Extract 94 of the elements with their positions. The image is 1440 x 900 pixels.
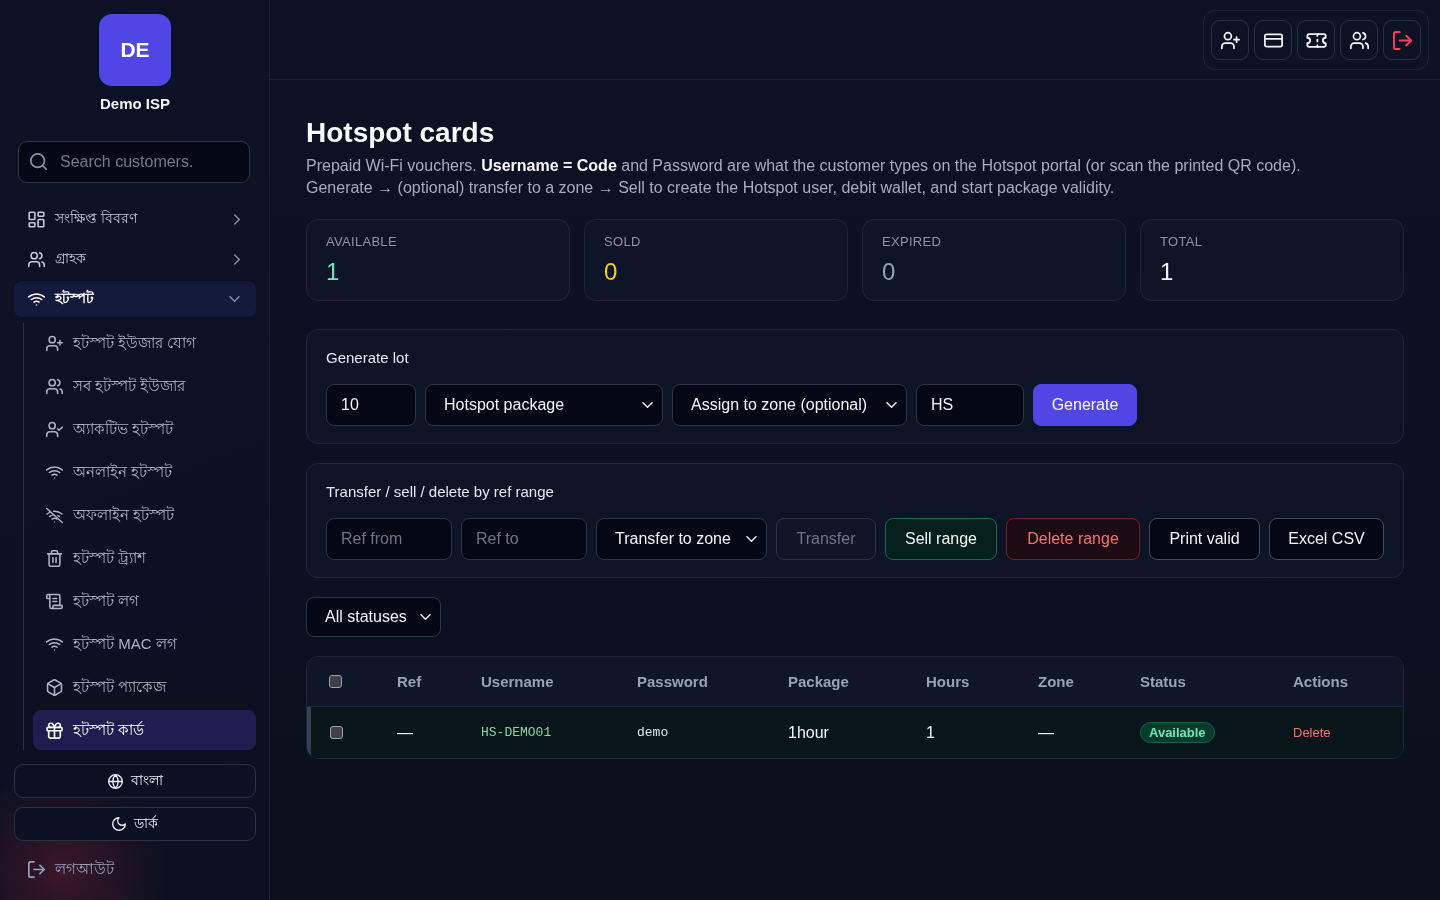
table-cell: —: [397, 723, 413, 742]
logout-button[interactable]: [1383, 20, 1421, 60]
chevron-icon: [886, 402, 897, 408]
table-cell: 1: [926, 723, 935, 742]
wifi-icon: [46, 463, 63, 481]
row-checkbox[interactable]: [330, 726, 343, 739]
ticket-button[interactable]: [1297, 20, 1335, 60]
nav-subitem[interactable]: হটস্পট প্যাকেজ: [33, 667, 256, 707]
search-icon: [30, 153, 47, 170]
print-button[interactable]: Print valid: [1149, 518, 1260, 560]
column-header: Zone: [1038, 673, 1074, 690]
globe-icon: [107, 773, 123, 789]
nav-subitem[interactable]: অ্যাকটিভ হটস্পট: [33, 409, 256, 449]
panel-title: Transfer / sell / delete by ref range: [326, 482, 555, 502]
chevron-icon: [420, 614, 431, 620]
language-button[interactable]: বাংলা: [14, 764, 256, 798]
nav-subitem[interactable]: হটস্পট কার্ড: [33, 710, 256, 750]
stat-value: 0: [604, 257, 619, 287]
table-cell: 1hour: [788, 723, 829, 742]
stat-label: AVAILABLE: [326, 234, 398, 250]
nav-subitem[interactable]: অনলাইন হটস্পট: [33, 452, 256, 492]
grid-icon: [28, 210, 45, 228]
zone-dropdown[interactable]: Assign to zone (optional): [672, 384, 907, 426]
zone-dropdown[interactable]: Transfer to zone: [596, 518, 767, 560]
column-header: Status: [1140, 673, 1186, 690]
box-icon: [46, 678, 63, 696]
status-filter-dropdown[interactable]: All statuses: [306, 597, 441, 637]
table-cell: demo: [637, 725, 669, 740]
package-dropdown[interactable]: Hotspot package: [425, 384, 663, 426]
nav-item[interactable]: গ্রাহক: [14, 241, 256, 277]
chevron-icon: [746, 536, 757, 542]
ref-from-field[interactable]: Ref from: [326, 518, 452, 560]
user-plus-icon: [1220, 30, 1240, 50]
theme-button[interactable]: ডার্ক: [14, 807, 256, 841]
column-header: Username: [481, 673, 554, 690]
nav-subitem[interactable]: হটস্পট ইউজার যোগ: [33, 323, 256, 363]
stat-value: 1: [326, 257, 341, 287]
user-check-icon: [46, 420, 63, 438]
search-field[interactable]: Search customers.: [18, 141, 250, 183]
select-all-checkbox[interactable]: [329, 675, 342, 688]
wifi-off-icon: [46, 506, 63, 524]
gift-icon: [46, 721, 63, 739]
card-button[interactable]: [1254, 20, 1292, 60]
stat-label: TOTAL: [1160, 234, 1204, 250]
logout-link[interactable]: লগআউট: [14, 854, 114, 884]
chevron-icon: [229, 296, 240, 302]
nav-subitem[interactable]: অফলাইন হটস্পট: [33, 495, 256, 535]
nav-subitem[interactable]: হটস্পট লগ: [33, 581, 256, 621]
moon-icon: [112, 817, 126, 831]
wifi-icon: [28, 290, 45, 308]
delete-range-button[interactable]: Delete range: [1006, 518, 1140, 560]
users-icon: [28, 250, 45, 268]
ref-to-field[interactable]: Ref to: [461, 518, 587, 560]
nav-subitem[interactable]: হটস্পট MAC লগ: [33, 624, 256, 664]
nav-item[interactable]: সংক্ষিপ্ত বিবরণ: [14, 201, 256, 237]
user-plus-icon: [46, 334, 63, 352]
delete-link[interactable]: Delete: [1293, 725, 1331, 740]
nav-subitem[interactable]: হটস্পট ট্র্যাশ: [33, 538, 256, 578]
logout-icon: [28, 860, 45, 878]
column-header: Password: [637, 673, 708, 690]
sell-range-button[interactable]: Sell range: [885, 518, 997, 560]
page-title: Hotspot cards: [306, 116, 496, 150]
column-header: Actions: [1293, 673, 1348, 690]
page-description: Prepaid Wi-Fi vouchers. Username = Code and Password are what the customer types on the Hotspot portal (or scan the printed QR code). Generate → (optional) transfer to a zone → Sell to create the Hotspot user, debit wallet, and start package validity.: [306, 156, 1302, 198]
stat-label: EXPIRED: [882, 234, 943, 250]
trash-icon: [46, 549, 63, 567]
nav-item[interactable]: হটস্পট: [14, 281, 256, 317]
panel-title: Generate lot: [326, 348, 410, 368]
users-icon: [1349, 30, 1369, 50]
chevron-icon: [642, 402, 653, 408]
users-icon: [46, 377, 63, 395]
column-header: Package: [788, 673, 849, 690]
brand-logo: DE: [99, 14, 171, 86]
logout-icon: [1392, 30, 1412, 50]
add-user-button[interactable]: [1211, 20, 1249, 60]
prefix-field[interactable]: HS: [916, 384, 1024, 426]
wifi-icon: [46, 635, 63, 653]
quantity-field[interactable]: 10: [326, 384, 416, 426]
table-cell: —: [1038, 723, 1054, 742]
brand-name: Demo ISP: [100, 95, 170, 113]
generate-button[interactable]: Generate: [1033, 384, 1137, 426]
column-header: Ref: [397, 673, 422, 690]
stat-label: SOLD: [604, 234, 642, 250]
column-header: Hours: [926, 673, 970, 690]
csv-export-button[interactable]: Excel CSV: [1269, 518, 1384, 560]
stat-value: 0: [882, 257, 897, 287]
scroll-icon: [46, 592, 63, 610]
nav-subitem[interactable]: সব হটস্পট ইউজার: [33, 366, 256, 406]
users-button[interactable]: [1340, 20, 1378, 60]
table-cell: HS-DEMO01: [481, 725, 552, 740]
status-badge: Available: [1140, 722, 1215, 743]
chevron-icon: [234, 253, 240, 265]
chevron-icon: [234, 213, 240, 225]
stat-value: 1: [1160, 257, 1175, 287]
